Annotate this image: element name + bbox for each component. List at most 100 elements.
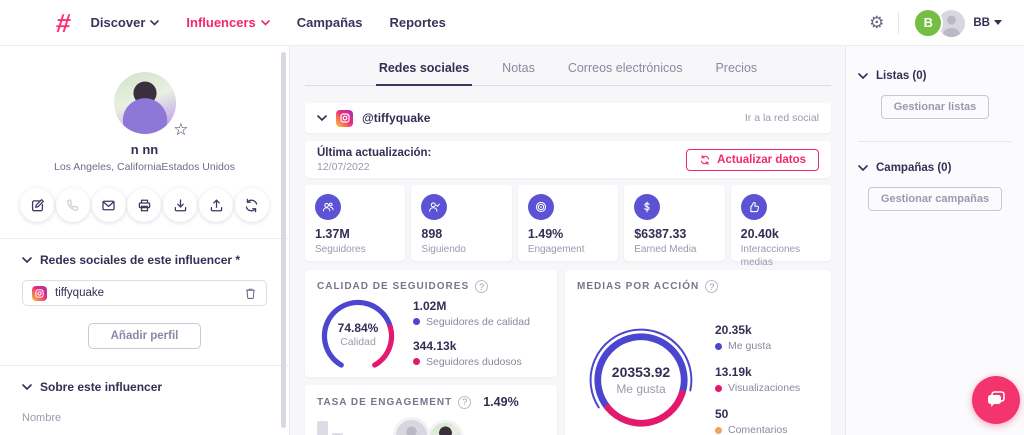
refresh-icon[interactable] <box>235 188 269 222</box>
engagement-rate-card: TASA DE ENGAGEMENT ? 1.49% <box>305 385 557 435</box>
heepsy-logo[interactable]: # <box>55 10 72 36</box>
instagram-icon <box>336 110 353 127</box>
chevron-down-icon <box>150 20 159 26</box>
media-card-title: MEDIAS POR ACCIÓN <box>577 281 699 292</box>
following-icon <box>421 194 447 220</box>
legend-item: 1.02M Seguidores de calidad <box>413 299 530 328</box>
influencer-name: n nn <box>0 142 289 157</box>
nav-item-influencers[interactable]: Influencers <box>186 15 269 30</box>
help-icon[interactable]: ? <box>458 396 471 409</box>
last-update-card: Última actualización: 12/07/2022 Actuali… <box>305 141 831 178</box>
sidebar-scrollbar[interactable] <box>281 52 286 428</box>
chevron-down-icon <box>261 20 270 26</box>
nav-item-reportes[interactable]: Reportes <box>390 15 446 30</box>
phone-icon[interactable] <box>56 188 90 222</box>
chevron-down-icon <box>994 20 1002 25</box>
legend-dot <box>413 318 420 325</box>
edit-icon[interactable] <box>20 188 54 222</box>
print-icon[interactable] <box>127 188 161 222</box>
lists-section: Listas (0) Gestionar listas <box>858 70 1012 142</box>
nav-item-discover[interactable]: Discover <box>90 15 159 30</box>
last-update-date: 12/07/2022 <box>317 161 431 173</box>
user-avatar[interactable]: B <box>913 8 943 38</box>
update-data-button[interactable]: Actualizar datos <box>686 149 819 171</box>
star-icon[interactable]: ☆ <box>173 121 188 138</box>
interactions-icon <box>741 194 767 220</box>
engagement-icon <box>528 194 554 220</box>
engagement-rate-value: 1.49% <box>483 395 518 409</box>
legend-item: 20.35k Me gusta <box>715 323 800 352</box>
chevron-down-icon <box>858 73 868 79</box>
media-center-label: Me gusta <box>587 382 695 396</box>
profile-photo[interactable]: ☆ <box>114 72 176 134</box>
quality-legend: 1.02M Seguidores de calidad 344.13k Segu… <box>413 299 530 368</box>
nav-item-campanas[interactable]: Campañas <box>297 15 363 30</box>
charts-row: CALIDAD DE SEGUIDORES ? 74.84% Calidad <box>305 270 831 435</box>
tab-redes-sociales[interactable]: Redes sociales <box>376 56 472 86</box>
refresh-icon <box>699 154 711 166</box>
network-card: @tiffyquake Ir a la red social <box>305 103 831 133</box>
campaigns-section: Campañas (0) Gestionar campañas <box>858 162 1012 233</box>
influencer-sidebar: ☆ n nn Los Angeles, CaliforniaEstados Un… <box>0 46 290 435</box>
legend-dot <box>413 358 420 365</box>
media-per-action-card: MEDIAS POR ACCIÓN ? 20353.92 Me gusta <box>565 270 831 435</box>
quality-center-label: Calidad <box>317 336 399 348</box>
instagram-icon <box>32 286 47 301</box>
social-handle-value: tiffyquake <box>55 287 236 299</box>
help-icon[interactable]: ? <box>475 280 488 293</box>
chevron-down-icon <box>22 257 32 263</box>
legend-dot <box>715 385 722 392</box>
top-navbar: # Discover Influencers Campañas Reportes… <box>0 0 1024 46</box>
header-right-controls: ⚙ B BB <box>869 8 1002 38</box>
profile-action-bar <box>0 188 289 222</box>
manage-lists-button[interactable]: Gestionar listas <box>881 95 990 119</box>
media-donut-chart: 20353.92 Me gusta <box>587 326 695 434</box>
chat-bubble-icon <box>984 388 1008 412</box>
help-icon[interactable]: ? <box>705 280 718 293</box>
lists-section-header[interactable]: Listas (0) <box>858 70 1012 82</box>
quality-gauge-chart: 74.84% Calidad <box>317 295 399 371</box>
legend-item: 13.19k Visualizaciones <box>715 365 800 394</box>
chevron-down-icon <box>858 165 868 171</box>
chevron-down-icon <box>22 384 32 390</box>
earned-media-icon <box>634 194 660 220</box>
stat-card-siguiendo: 898 Siguiendo <box>411 185 511 261</box>
engagement-card-title: TASA DE ENGAGEMENT <box>317 397 452 408</box>
chat-button[interactable] <box>972 376 1020 424</box>
social-section-header[interactable]: Redes sociales de este influencer * <box>22 253 267 267</box>
trash-icon[interactable] <box>244 287 257 300</box>
add-profile-button[interactable]: Añadir perfil <box>88 323 202 349</box>
tab-precios[interactable]: Precios <box>712 56 760 86</box>
avatar-stack: B <box>913 8 965 38</box>
user-menu[interactable]: BB <box>973 17 1002 29</box>
gear-icon[interactable]: ⚙ <box>869 14 884 31</box>
quality-card-title: CALIDAD DE SEGUIDORES <box>317 281 469 292</box>
last-update-label: Última actualización: <box>317 147 431 159</box>
influencer-location: Los Angeles, CaliforniaEstados Unidos <box>0 161 289 173</box>
main-content: Redes sociales Notas Correos electrónico… <box>290 46 846 435</box>
tab-notas[interactable]: Notas <box>499 56 538 86</box>
campaigns-section-header[interactable]: Campañas (0) <box>858 162 1012 174</box>
legend-item: 344.13k Seguidores dudosos <box>413 339 530 368</box>
header-divider <box>898 12 899 34</box>
go-to-network-link[interactable]: Ir a la red social <box>745 112 819 124</box>
about-section: Sobre este influencer Nombre n Apellidos <box>0 366 289 435</box>
stats-row: 1.37M Seguidores 898 Siguiendo 1.49% Eng… <box>305 185 831 261</box>
social-handle-field[interactable]: tiffyquake <box>22 280 267 306</box>
stat-card-engagement: 1.49% Engagement <box>518 185 618 261</box>
about-section-header[interactable]: Sobre este influencer <box>22 380 267 394</box>
manage-campaigns-button[interactable]: Gestionar campañas <box>868 187 1002 211</box>
content-tabs: Redes sociales Notas Correos electrónico… <box>305 46 831 86</box>
chevron-down-icon[interactable] <box>317 115 327 121</box>
legend-item: 50 Comentarios <box>715 407 800 435</box>
tab-correos-electronicos[interactable]: Correos electrónicos <box>565 56 686 86</box>
download-icon[interactable] <box>163 188 197 222</box>
share-icon[interactable] <box>199 188 233 222</box>
network-handle: @tiffyquake <box>362 111 736 125</box>
email-icon[interactable] <box>92 188 126 222</box>
main-nav: Discover Influencers Campañas Reportes <box>90 15 445 30</box>
legend-dot <box>715 427 722 434</box>
legend-dot <box>715 343 722 350</box>
quality-percent: 74.84% <box>317 321 399 335</box>
quality-of-followers-card: CALIDAD DE SEGUIDORES ? 74.84% Calidad <box>305 270 557 377</box>
